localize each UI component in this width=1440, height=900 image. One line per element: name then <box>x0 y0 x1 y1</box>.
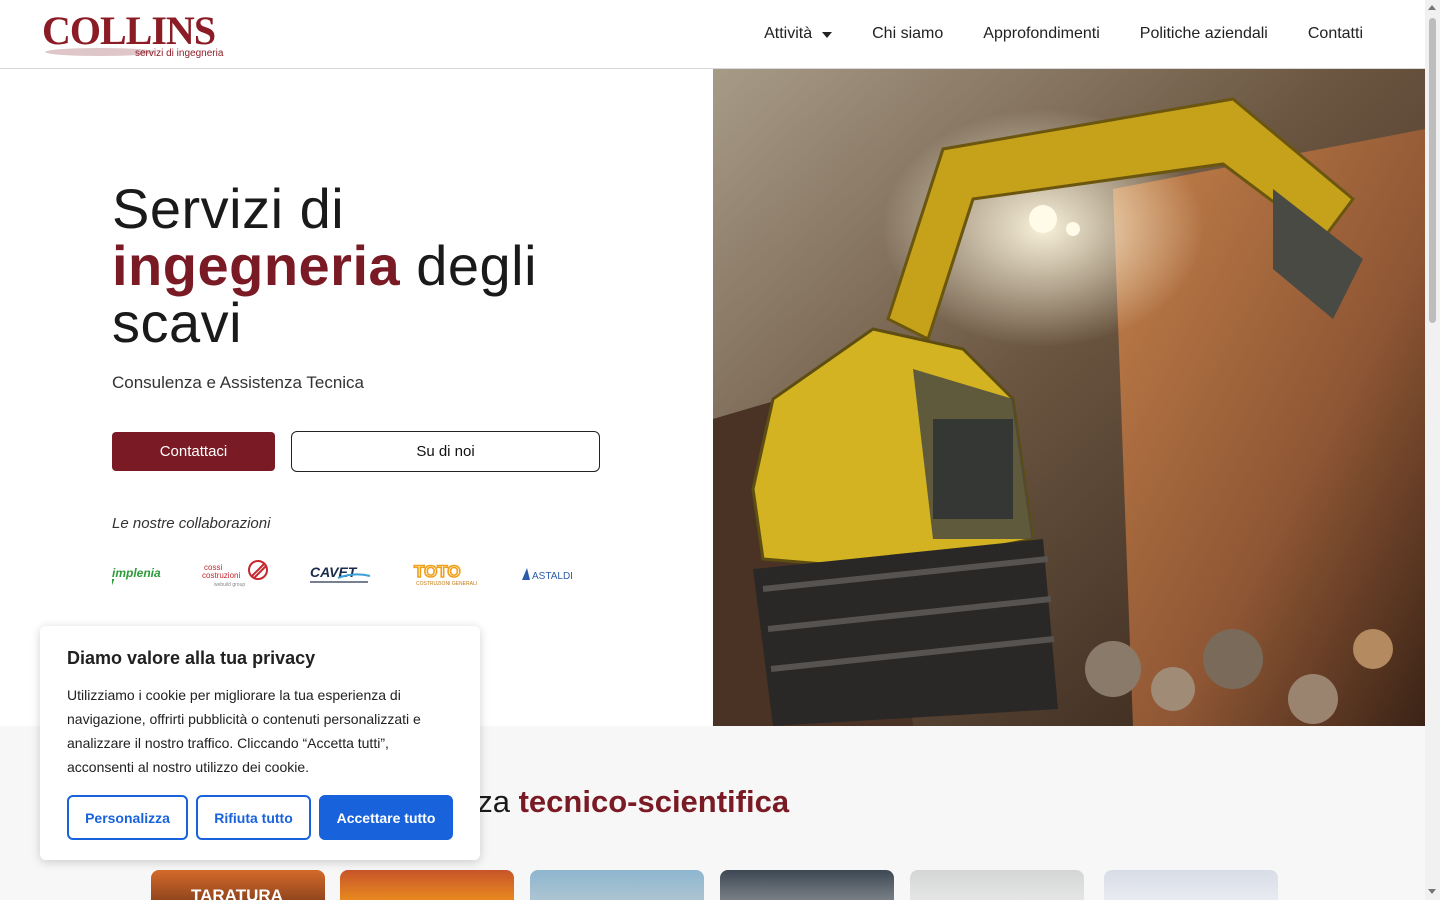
service-card-taratura[interactable]: TARATURA <box>151 870 325 900</box>
svg-text:ASTALDI: ASTALDI <box>532 571 573 582</box>
service-card-2[interactable] <box>340 870 514 900</box>
service-card-taratura-label: TARATURA <box>191 886 283 900</box>
nav-attivita[interactable]: Attività <box>764 25 833 43</box>
su-di-noi-button[interactable]: Su di noi <box>291 431 600 472</box>
partner-logo-astaldi: ASTALDI <box>516 556 582 590</box>
svg-text:COLLINS: COLLINS <box>42 8 215 53</box>
service-cards: TARATURA <box>151 870 1281 900</box>
service-card-6[interactable] <box>1104 870 1278 900</box>
svg-text:CAVET: CAVET <box>310 564 358 580</box>
svg-text:webuild group: webuild group <box>214 582 245 588</box>
service-card-5[interactable] <box>910 870 1084 900</box>
nav-attivita-label: Attività <box>764 25 813 42</box>
collins-logo[interactable]: COLLINS servizi di ingegneria <box>40 8 230 60</box>
cookie-consent-banner: Diamo valore alla tua privacy Utilizziam… <box>40 626 480 860</box>
cookie-text: Utilizziamo i cookie per migliorare la t… <box>67 687 421 775</box>
partner-logo-implenia: implenia <box>112 556 162 590</box>
nav-politiche-aziendali[interactable]: Politiche aziendali <box>1140 25 1268 43</box>
svg-text:servizi di ingegneria: servizi di ingegneria <box>135 48 224 59</box>
hero-title-rest: degli <box>400 234 538 297</box>
hero-excavator-image <box>713 69 1425 726</box>
page-scrollbar[interactable] <box>1425 0 1440 900</box>
hero-title-line3: scavi <box>112 291 243 354</box>
main-nav: Attività Chi siamo Approfondimenti Polit… <box>724 0 1363 68</box>
site-header: COLLINS servizi di ingegneria Attività C… <box>0 0 1425 69</box>
scroll-down-arrow-icon[interactable] <box>1428 889 1436 894</box>
nav-approfondimenti[interactable]: Approfondimenti <box>983 25 1100 43</box>
cookie-customize-button[interactable]: Personalizza <box>67 795 188 840</box>
partner-logo-cossi: cossi costruzioni webuild group <box>200 556 270 590</box>
hero-subtitle: Consulenza e Assistenza Tecnica <box>112 373 365 392</box>
service-card-3[interactable] <box>530 870 704 900</box>
hero-title-accent: ingegneria <box>112 234 401 297</box>
partner-logo-cavet: CAVET <box>308 556 372 590</box>
service-card-4[interactable] <box>720 870 894 900</box>
hero-title: Servizi di ingegneria degli scavi <box>112 180 632 351</box>
caret-down-icon <box>822 32 833 38</box>
scroll-up-arrow-icon[interactable] <box>1428 5 1436 10</box>
hero-title-line1: Servizi di <box>112 177 345 240</box>
cookie-reject-button[interactable]: Rifiuta tutto <box>196 795 311 840</box>
svg-text:TOTO: TOTO <box>414 562 461 581</box>
nav-chi-siamo[interactable]: Chi siamo <box>872 25 943 43</box>
contattaci-button[interactable]: Contattaci <box>112 432 275 471</box>
collab-label: Le nostre collaborazioni <box>112 515 271 532</box>
svg-text:implenia: implenia <box>112 566 161 580</box>
nav-contatti[interactable]: Contatti <box>1308 25 1363 43</box>
cookie-title: Diamo valore alla tua privacy <box>67 648 316 668</box>
partner-logo-toto: TOTO COSTRUZIONI GENERALI <box>412 556 478 590</box>
svg-text:COSTRUZIONI GENERALI: COSTRUZIONI GENERALI <box>416 581 477 587</box>
cookie-accept-button[interactable]: Accettare tutto <box>319 795 453 840</box>
scroll-thumb[interactable] <box>1429 18 1436 323</box>
expertise-title-accent: tecnico-scientifica <box>518 784 790 819</box>
partner-logos: implenia cossi costruzioni webuild group… <box>112 556 592 590</box>
svg-text:costruzioni: costruzioni <box>202 571 240 580</box>
